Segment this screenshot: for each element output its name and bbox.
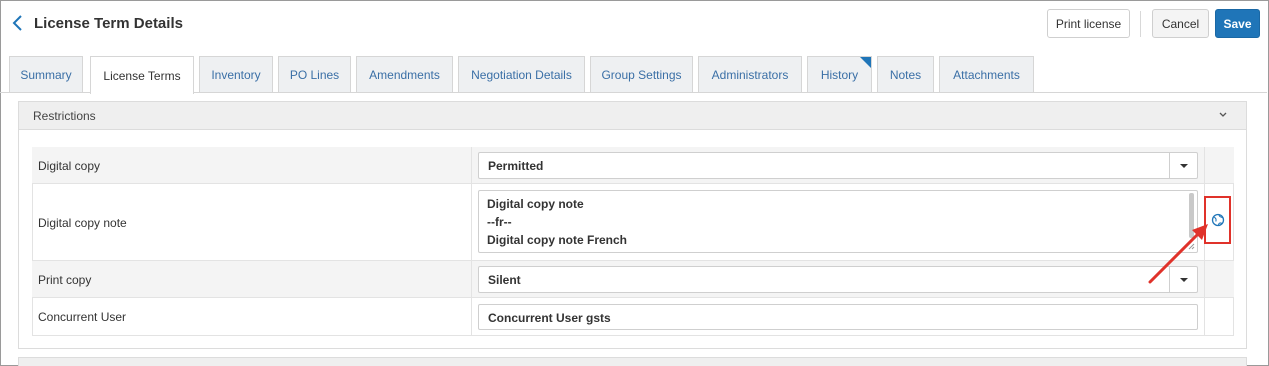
dropdown-button[interactable] xyxy=(1169,267,1197,292)
back-icon[interactable] xyxy=(11,13,25,33)
tab-notes[interactable]: Notes xyxy=(877,56,934,92)
print-copy-label: Print copy xyxy=(38,273,92,287)
caret-down-icon xyxy=(1179,163,1188,168)
highlight-box xyxy=(1204,196,1231,244)
tab-administrators[interactable]: Administrators xyxy=(698,56,802,92)
print-license-button[interactable]: Print license xyxy=(1047,9,1130,38)
cancel-button[interactable]: Cancel xyxy=(1152,9,1209,38)
dropdown-button[interactable] xyxy=(1169,153,1197,178)
print-copy-value: Silent xyxy=(488,273,521,287)
note-line: --fr-- xyxy=(487,215,512,229)
digital-copy-note-label: Digital copy note xyxy=(38,216,127,230)
tab-attachments[interactable]: Attachments xyxy=(939,56,1034,92)
tab-summary[interactable]: Summary xyxy=(9,56,83,92)
tab-license-terms[interactable]: License Terms xyxy=(90,56,194,94)
tab-history[interactable]: History xyxy=(807,56,872,92)
section-title: Restrictions xyxy=(33,109,96,123)
tab-po-lines[interactable]: PO Lines xyxy=(278,56,351,92)
concurrent-user-label: Concurrent User xyxy=(38,310,127,324)
chevron-down-icon[interactable] xyxy=(1218,111,1228,119)
section-header[interactable]: Restrictions xyxy=(19,102,1246,130)
tab-history-label: History xyxy=(820,67,859,82)
note-line: Digital copy note French xyxy=(487,233,628,247)
tab-negotiation-details[interactable]: Negotiation Details xyxy=(458,56,585,92)
tab-inventory[interactable]: Inventory xyxy=(199,56,273,92)
save-button[interactable]: Save xyxy=(1215,9,1260,38)
tab-group-settings[interactable]: Group Settings xyxy=(590,56,693,92)
concurrent-user-value: Concurrent User gsts xyxy=(488,311,611,325)
page-header: License Term Details Print license Cance… xyxy=(0,0,1267,48)
digital-copy-select[interactable]: Permitted xyxy=(478,152,1198,179)
note-line: Digital copy note xyxy=(487,197,584,211)
globe-icon[interactable] xyxy=(1211,213,1225,227)
print-copy-select[interactable]: Silent xyxy=(478,266,1198,293)
page-title: License Term Details xyxy=(34,15,183,32)
resize-handle-icon[interactable] xyxy=(1188,243,1195,250)
scrollbar[interactable] xyxy=(1189,193,1194,238)
new-indicator-icon xyxy=(860,57,871,68)
digital-copy-note-textarea[interactable]: Digital copy note --fr-- Digital copy no… xyxy=(478,190,1198,253)
tab-amendments[interactable]: Amendments xyxy=(356,56,453,92)
tab-bar: Summary License Terms Inventory PO Lines… xyxy=(0,56,1267,94)
caret-down-icon xyxy=(1179,277,1188,282)
concurrent-user-input[interactable]: Concurrent User gsts xyxy=(478,304,1198,330)
divider xyxy=(1140,11,1141,37)
digital-copy-value: Permitted xyxy=(488,159,544,173)
next-section-header[interactable] xyxy=(18,357,1247,366)
digital-copy-label: Digital copy xyxy=(38,159,101,173)
